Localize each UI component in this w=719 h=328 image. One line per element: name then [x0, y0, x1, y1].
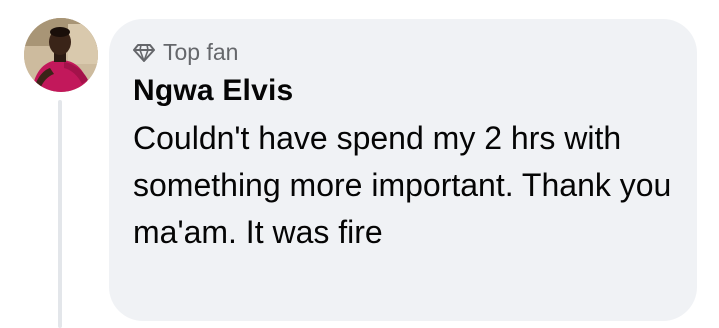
- diamond-icon: [133, 41, 155, 63]
- top-fan-badge[interactable]: Top fan: [133, 35, 673, 69]
- comment-text: Couldn't have spend my 2 hrs with someth…: [133, 120, 672, 250]
- avatar-image: [24, 18, 98, 92]
- thread-line: [58, 100, 62, 328]
- avatar[interactable]: [24, 18, 98, 92]
- comment-bubble: Top fan Ngwa Elvis Couldn't have spend m…: [109, 19, 697, 321]
- comment-item: Top fan Ngwa Elvis Couldn't have spend m…: [0, 0, 719, 328]
- author-name[interactable]: Ngwa Elvis: [133, 73, 673, 109]
- badge-label: Top fan: [163, 38, 239, 65]
